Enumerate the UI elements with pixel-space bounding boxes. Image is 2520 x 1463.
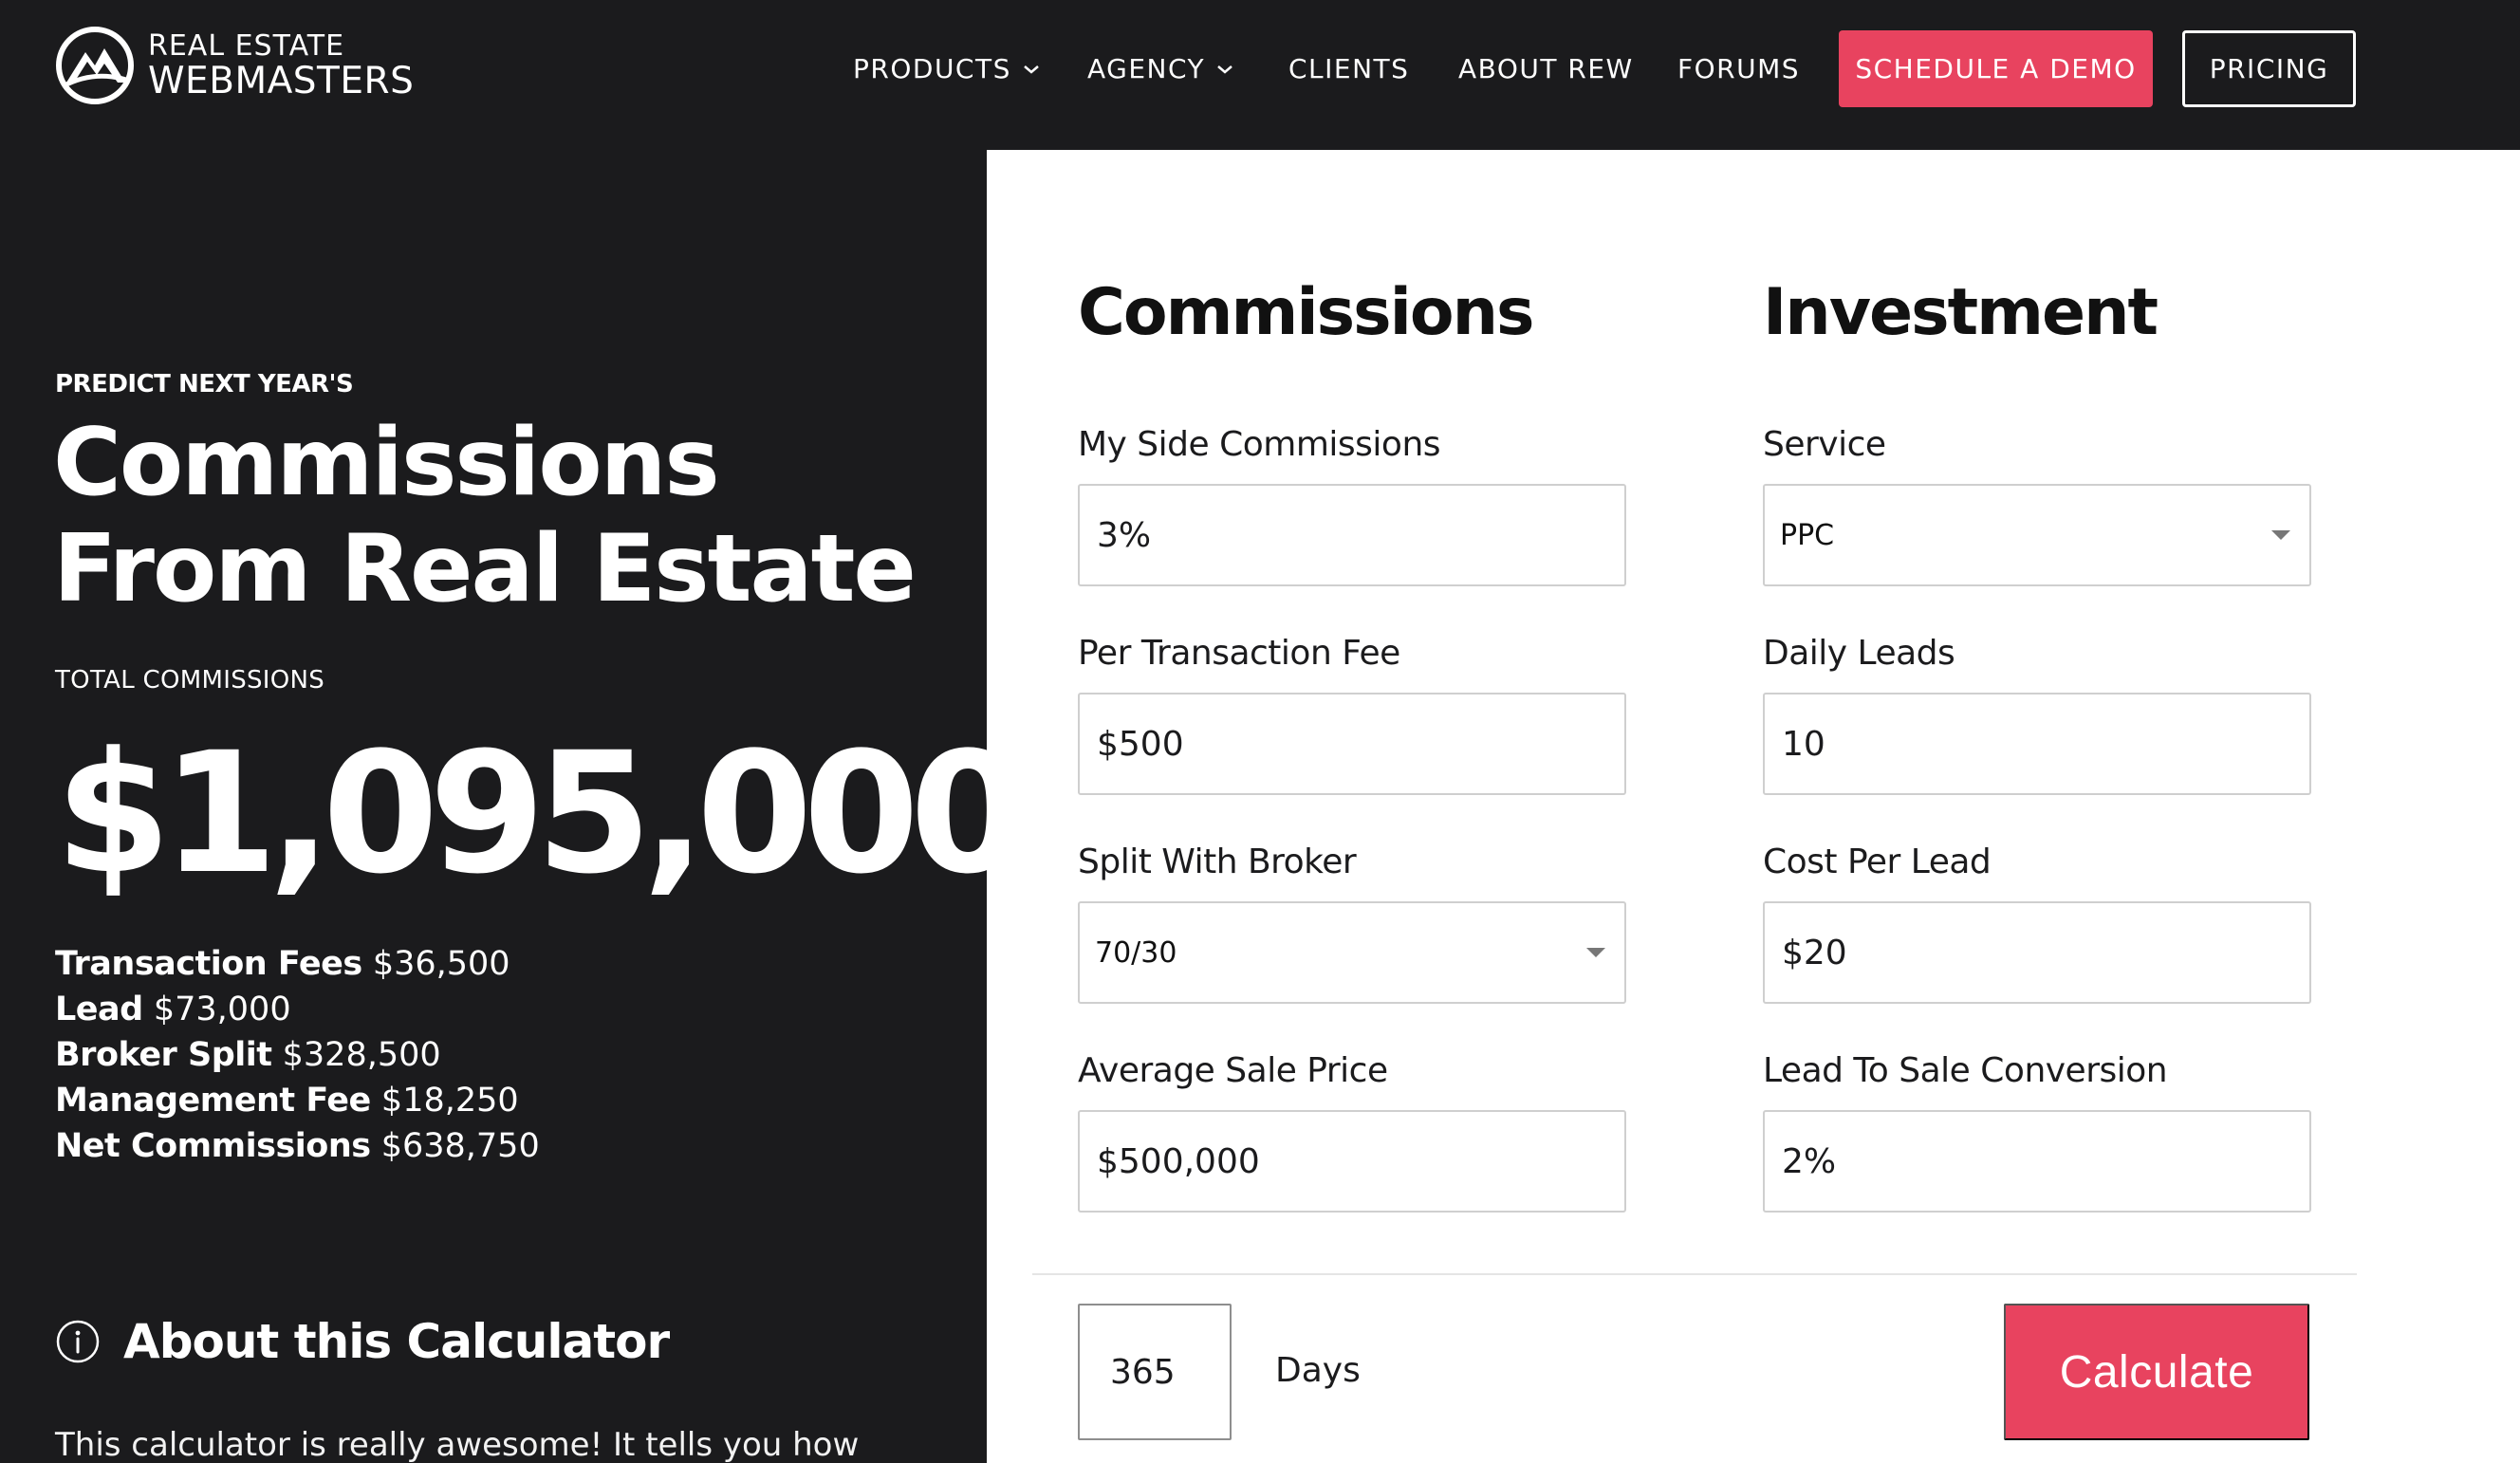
days-input[interactable] [1078, 1304, 1232, 1440]
service-value: PPC [1780, 518, 1835, 552]
service-label: Service [1763, 425, 1886, 464]
logo-line-1: REAL ESTATE [148, 28, 345, 63]
breakdown-row: Lead $73,000 [55, 987, 540, 1032]
about-title: About this Calculator [123, 1314, 670, 1369]
daily-leads-input[interactable] [1763, 693, 2311, 795]
average-sale-price-input[interactable] [1078, 1110, 1626, 1213]
lead-to-sale-conversion-label: Lead To Sale Conversion [1763, 1051, 2168, 1090]
per-transaction-fee-input[interactable] [1078, 693, 1626, 795]
daily-leads-label: Daily Leads [1763, 634, 1955, 673]
nav-agency[interactable]: AGENCY [1087, 53, 1233, 84]
logo-wordmark: REAL ESTATE WEBMASTERS [148, 28, 415, 102]
breakdown-row: Transaction Fees $36,500 [55, 941, 540, 987]
commission-breakdown: Transaction Fees $36,500 Lead $73,000 Br… [55, 941, 540, 1169]
nav-clients[interactable]: CLIENTS [1288, 53, 1409, 84]
page: REAL ESTATE WEBMASTERS PRODUCTS AGENCY C… [0, 0, 2520, 1463]
hero-eyebrow: PREDICT NEXT YEAR'S [55, 370, 354, 398]
breakdown-value: $638,750 [380, 1127, 540, 1165]
split-with-broker-select[interactable]: 70/30 [1078, 901, 1626, 1004]
breakdown-label: Broker Split [55, 1036, 272, 1074]
total-commissions-label: TOTAL COMMISSIONS [55, 666, 325, 694]
days-label: Days [1275, 1351, 1361, 1390]
my-side-commissions-input[interactable] [1078, 484, 1626, 586]
pricing-button[interactable]: PRICING [2182, 30, 2356, 107]
hero-title-line-1: Commissions [53, 409, 720, 517]
schedule-demo-button[interactable]: SCHEDULE A DEMO [1839, 30, 2153, 107]
breakdown-row: Net Commissions $638,750 [55, 1123, 540, 1169]
breakdown-row: Management Fee $18,250 [55, 1078, 540, 1123]
mountain-logo-icon [56, 27, 134, 104]
split-with-broker-value: 70/30 [1095, 935, 1177, 970]
cost-per-lead-input[interactable] [1763, 901, 2311, 1004]
nav-products-label: PRODUCTS [853, 53, 1011, 84]
cost-per-lead-label: Cost Per Lead [1763, 843, 1992, 881]
breakdown-label: Transaction Fees [55, 945, 362, 983]
calculator-form-card: Commissions Investment My Side Commissio… [987, 150, 2520, 1463]
my-side-commissions-label: My Side Commissions [1078, 425, 1441, 464]
breakdown-value: $36,500 [372, 945, 510, 983]
logo-line-2: WEBMASTERS [148, 59, 415, 102]
breakdown-row: Broker Split $328,500 [55, 1032, 540, 1078]
calculate-button[interactable]: Calculate [2004, 1304, 2309, 1440]
lead-to-sale-conversion-input[interactable] [1763, 1110, 2311, 1213]
breakdown-value: $18,250 [380, 1082, 519, 1120]
chevron-down-icon [1024, 65, 1039, 74]
breakdown-label: Lead [55, 991, 143, 1028]
investment-heading: Investment [1763, 275, 2159, 350]
breakdown-label: Net Commissions [55, 1127, 371, 1165]
split-with-broker-label: Split With Broker [1078, 843, 1357, 881]
info-icon [56, 1320, 100, 1363]
about-body-text: This calculator is really awesome! It te… [55, 1426, 860, 1463]
form-divider [1032, 1273, 2357, 1275]
chevron-down-icon [1217, 65, 1232, 74]
nav-products[interactable]: PRODUCTS [853, 53, 1040, 84]
hero-title: Commissions From Real Estate [53, 410, 964, 622]
breakdown-label: Management Fee [55, 1082, 371, 1120]
about-calculator-heading: About this Calculator [55, 1314, 670, 1369]
total-commissions-value: $1,095,000 [55, 716, 1026, 911]
caret-down-icon [2271, 530, 2290, 540]
service-select[interactable]: PPC [1763, 484, 2311, 586]
caret-down-icon [1586, 948, 1605, 957]
site-header: REAL ESTATE WEBMASTERS PRODUCTS AGENCY C… [0, 0, 2520, 150]
breakdown-value: $328,500 [282, 1036, 441, 1074]
breakdown-value: $73,000 [153, 991, 291, 1028]
hero-title-line-2: From Real Estate [53, 515, 917, 623]
nav-agency-label: AGENCY [1087, 53, 1206, 84]
nav-forums[interactable]: FORUMS [1677, 53, 1800, 84]
commissions-heading: Commissions [1078, 275, 1534, 350]
nav-about-rew[interactable]: ABOUT REW [1458, 53, 1634, 84]
average-sale-price-label: Average Sale Price [1078, 1051, 1388, 1090]
logo-link[interactable]: REAL ESTATE WEBMASTERS [53, 24, 414, 107]
per-transaction-fee-label: Per Transaction Fee [1078, 634, 1400, 673]
